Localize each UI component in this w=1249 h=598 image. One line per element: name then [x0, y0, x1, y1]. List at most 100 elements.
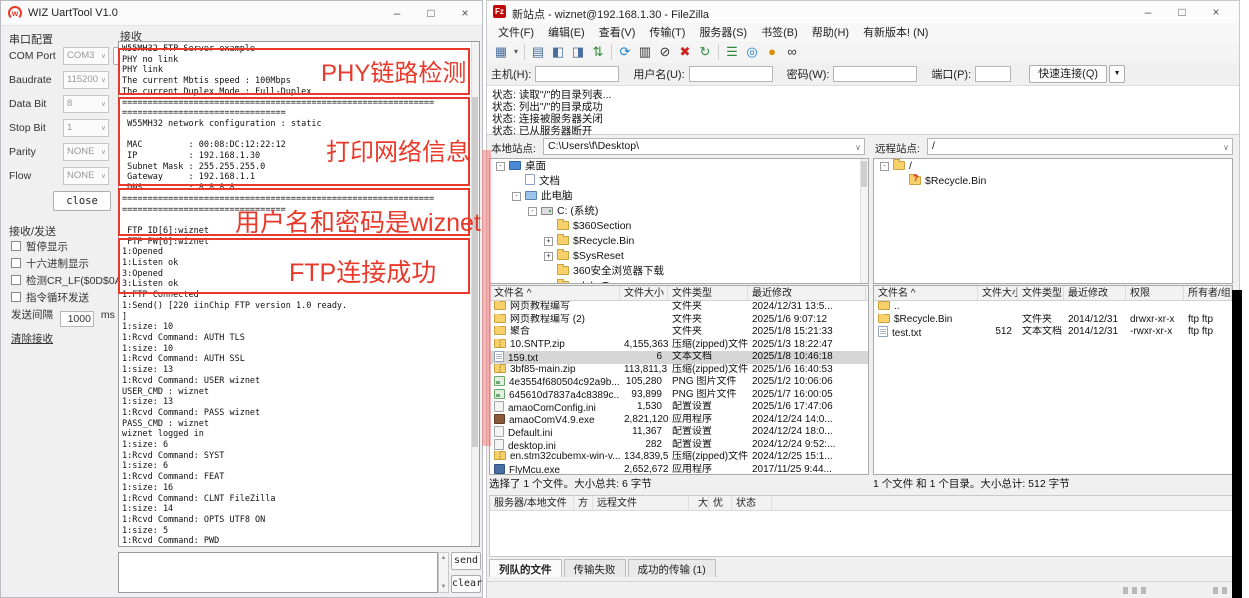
local-file-list[interactable]: 文件名 ^ 文件大小 文件类型 最近修改 网页教程编写文件夹2024/12/31… [489, 285, 869, 475]
menu-file[interactable]: 文件(F) [491, 24, 541, 40]
file-row[interactable]: amaoComV4.9.exe2,821,120应用程序2024/12/24 1… [490, 414, 868, 427]
scrollbar-thumb[interactable] [861, 161, 867, 187]
tree-expander[interactable]: + [544, 237, 553, 246]
local-tree-scrollbar[interactable] [860, 159, 868, 283]
flow-select[interactable]: NONE∨ [63, 167, 109, 185]
file-row[interactable]: $Recycle.Bin文件夹2014/12/31drwxr-xr-xftp f… [874, 314, 1232, 327]
directory-compare-icon[interactable]: ☰ [722, 43, 742, 61]
tree-item-folder[interactable]: adobeTemp [490, 279, 868, 284]
local-tree-pane[interactable]: -桌面 文档 -此电脑 -C: (系统) $360Section +$Recyc… [489, 158, 869, 284]
quickconnect-dropdown-icon[interactable]: ▼ [1109, 65, 1125, 83]
tree-item-folder[interactable]: 360安全浏览器下载 [490, 264, 868, 279]
tree-expander[interactable]: + [544, 252, 553, 261]
queue-body[interactable] [489, 511, 1233, 557]
receive-terminal[interactable]: W55MH32 FTP Server example PHY no link P… [118, 41, 480, 547]
port-input[interactable] [975, 66, 1011, 82]
send-scroll-spinner[interactable]: ▲ ▼ [438, 552, 449, 593]
remote-tree-pane[interactable]: -/ $Recycle.Bin [873, 158, 1233, 284]
file-row-selected[interactable]: 159.txt6文本文档2025/1/8 10:46:18 [490, 351, 868, 364]
baudrate-select[interactable]: 115200∨ [63, 71, 109, 89]
synchronized-browsing-icon[interactable]: ● [762, 43, 782, 61]
toggle-local-tree-icon[interactable]: ◧ [548, 43, 568, 61]
scroll-up-icon[interactable]: ▲ [439, 555, 448, 561]
scroll-down-icon[interactable]: ▼ [439, 584, 448, 590]
file-row[interactable]: Default.ini11,367配置设置2024/12/24 18:0... [490, 426, 868, 439]
file-row[interactable]: 10.SNTP.zip4,155,363压缩(zipped)文件夹2025/1/… [490, 339, 868, 352]
uarttool-titlebar[interactable]: w WIZ UartTool V1.0 – □ × [1, 1, 482, 26]
scrollbar-thumb[interactable] [472, 97, 478, 447]
menu-edit[interactable]: 编辑(E) [541, 24, 592, 40]
file-row[interactable]: 网页教程编写 (2)文件夹2025/1/6 9:07:12 [490, 314, 868, 327]
column-header-type[interactable]: 文件类型 [1018, 286, 1064, 300]
tab-successful-transfers[interactable]: 成功的传输 (1) [628, 559, 716, 577]
tree-item-folder[interactable]: +$SysReset [490, 249, 868, 264]
column-header-modified[interactable]: 最近修改 [748, 286, 866, 300]
tree-expander[interactable]: - [528, 207, 537, 216]
tree-item-documents[interactable]: 文档 [490, 174, 868, 189]
column-header-modified[interactable]: 最近修改 [1064, 286, 1126, 300]
menu-view[interactable]: 查看(V) [592, 24, 643, 40]
tree-item-c-drive[interactable]: -C: (系统) [490, 204, 868, 219]
queue-column-direction[interactable]: 方向 [574, 496, 593, 510]
tree-item-folder[interactable]: $360Section [490, 219, 868, 234]
queue-column-status[interactable]: 状态 [732, 496, 772, 510]
site-manager-dropdown-icon[interactable]: ▾ [511, 43, 521, 61]
clear-receive-link[interactable]: 清除接收 [11, 331, 53, 346]
file-row[interactable]: FlyMcu.exe2,652,672应用程序2017/11/25 9:44..… [490, 464, 868, 476]
find-files-icon[interactable]: ◎ [742, 43, 762, 61]
file-row[interactable]: 4e3554f680504c92a9b...105,280PNG 图片文件202… [490, 376, 868, 389]
tree-expander[interactable]: - [880, 162, 889, 171]
password-input[interactable] [833, 66, 917, 82]
tree-item-this-pc[interactable]: -此电脑 [490, 189, 868, 204]
send-input[interactable] [118, 552, 438, 593]
queue-column-priority[interactable]: 优先级 [709, 496, 732, 510]
close-button[interactable]: × [448, 1, 482, 26]
minimize-button[interactable]: – [380, 1, 414, 26]
queue-column-size[interactable]: 大小 [689, 496, 709, 510]
hex-display-checkbox[interactable]: 十六进制显示 [11, 256, 89, 271]
filezilla-titlebar[interactable]: Fz 新站点 - wiznet@192.168.1.30 - FileZilla… [487, 1, 1239, 23]
file-row[interactable]: 聚合文件夹2025/1/8 15:21:33 [490, 326, 868, 339]
tree-expander[interactable]: - [496, 162, 505, 171]
reconnect-icon[interactable]: ↻ [695, 43, 715, 61]
file-row[interactable]: 3bf85-main.zip113,811,3...压缩(zipped)文件夹2… [490, 364, 868, 377]
menu-bookmarks[interactable]: 书签(B) [754, 24, 805, 40]
crlf-detect-checkbox[interactable]: 检测CR_LF($0D$0A) [11, 273, 125, 288]
file-row[interactable]: 网页教程编写文件夹2024/12/31 13:5... [490, 301, 868, 314]
column-header-size[interactable]: 文件大小 [620, 286, 668, 300]
disconnect-icon[interactable]: ✖ [675, 43, 695, 61]
menu-server[interactable]: 服务器(S) [692, 24, 754, 40]
tree-expander[interactable]: - [512, 192, 521, 201]
queue-column-remote[interactable]: 远程文件 [593, 496, 689, 510]
column-header-size[interactable]: 文件大小 [978, 286, 1018, 300]
remote-file-list[interactable]: 文件名 ^ 文件大小 文件类型 最近修改 权限 所有者/组 .. $Recycl… [873, 285, 1233, 475]
file-row[interactable]: amaoComConfig.ini1,530配置设置2025/1/6 17:47… [490, 401, 868, 414]
quickconnect-button[interactable]: 快速连接(Q) [1029, 65, 1107, 83]
stopbit-select[interactable]: 1∨ [63, 119, 109, 137]
tab-failed-transfers[interactable]: 传输失败 [564, 559, 626, 577]
menu-new-version[interactable]: 有新版本! (N) [856, 24, 935, 40]
column-header-owner[interactable]: 所有者/组 [1184, 286, 1232, 300]
file-row[interactable]: desktop.ini282配置设置2024/12/24 9:52:... [490, 439, 868, 452]
com-port-select[interactable]: COM3∨ [63, 47, 109, 65]
pause-display-checkbox[interactable]: 暂停显示 [11, 239, 68, 254]
tree-item-root[interactable]: -/ [874, 159, 1232, 174]
toggle-queue-icon[interactable]: ⇅ [588, 43, 608, 61]
cancel-icon[interactable]: ⊘ [655, 43, 675, 61]
column-header-permissions[interactable]: 权限 [1126, 286, 1184, 300]
site-manager-icon[interactable]: ▦ [491, 43, 511, 61]
minimize-button[interactable]: – [1131, 1, 1165, 23]
close-button[interactable]: × [1199, 1, 1233, 23]
tree-item-folder[interactable]: +$Recycle.Bin [490, 234, 868, 249]
remote-site-combo[interactable]: /∨ [927, 138, 1233, 155]
file-row[interactable]: test.txt512文本文档2014/12/31-rwxr-xr-xftp f… [874, 326, 1232, 339]
process-queue-icon[interactable]: ▥ [635, 43, 655, 61]
terminal-scrollbar[interactable] [471, 42, 479, 546]
tree-item-recycle-bin[interactable]: $Recycle.Bin [874, 174, 1232, 189]
serial-close-button[interactable]: close [53, 191, 111, 211]
clear-button[interactable]: clear [451, 575, 481, 593]
local-site-combo[interactable]: C:\Users\f\Desktop\∨ [543, 138, 865, 155]
search-binoculars-icon[interactable]: ∞ [782, 43, 802, 61]
queue-column-file[interactable]: 服务器/本地文件 [490, 496, 574, 510]
column-header-name[interactable]: 文件名 ^ [874, 286, 978, 300]
